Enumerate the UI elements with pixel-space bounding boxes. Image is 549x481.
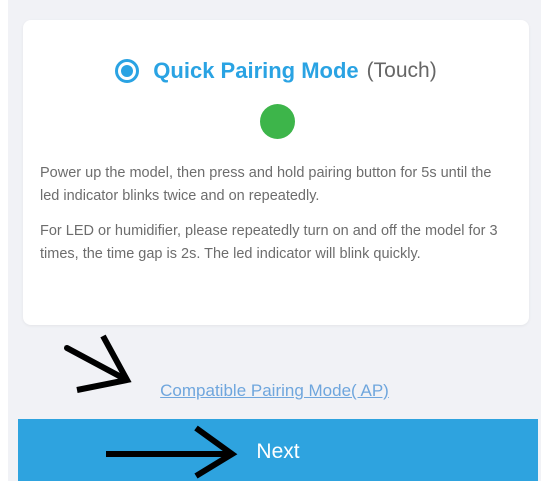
radio-selected-icon[interactable] <box>115 59 140 83</box>
arrow-right-icon <box>64 334 132 393</box>
pairing-screen: Quick Pairing Mode (Touch) Power up the … <box>8 0 541 481</box>
instruction-text: For LED or humidifier, please repeatedly… <box>40 223 498 262</box>
led-indicator-icon <box>260 104 295 139</box>
mode-title: Quick Pairing Mode <box>153 58 359 83</box>
pairing-mode-option[interactable]: Quick Pairing Mode (Touch) <box>23 58 529 84</box>
instruction-text: Power up the model, then press and hold … <box>40 165 492 204</box>
arrow-right-icon <box>106 425 238 479</box>
radio-dot <box>121 65 134 77</box>
pairing-mode-card: Quick Pairing Mode (Touch) Power up the … <box>23 20 529 325</box>
mode-subtitle: (Touch) <box>366 59 437 82</box>
next-button[interactable]: Next <box>18 419 538 481</box>
